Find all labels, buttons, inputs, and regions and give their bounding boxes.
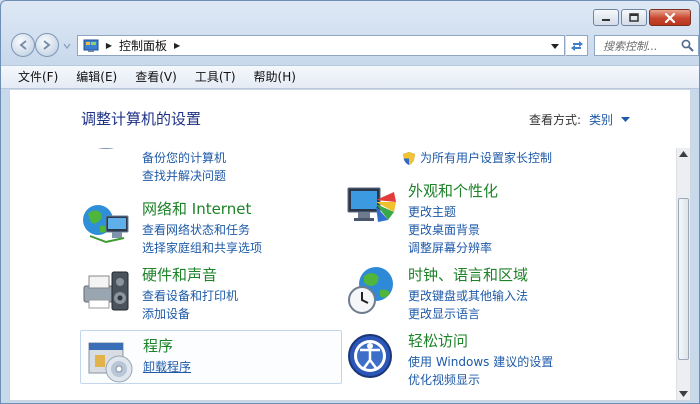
control-panel-window: ▶ 控制面板 ▶ 文件(F) 编辑(E) 查看(V) 工具(T) 帮助(H) 调…: [0, 0, 700, 404]
search-box[interactable]: [594, 35, 699, 56]
link-homegroup-sharing[interactable]: 选择家庭组和共享选项: [142, 239, 262, 257]
link-change-theme[interactable]: 更改主题: [408, 203, 492, 221]
arrow-left-icon: [19, 40, 27, 50]
close-button[interactable]: [649, 9, 691, 26]
printer-speaker-icon: [83, 271, 129, 311]
forward-button[interactable]: [35, 33, 59, 57]
maximize-icon: [629, 13, 639, 22]
programs-cd-icon: [88, 342, 133, 383]
recent-pages-dropdown-icon[interactable]: [62, 41, 72, 51]
category-user-accounts[interactable]: 为所有用户设置家长控制: [346, 148, 610, 180]
menu-file[interactable]: 文件(F): [9, 66, 67, 88]
content-pane: 调整计算机的设置 查看方式: 类别 备份您的计算机 查找并解决问题 网络和 In…: [9, 89, 691, 401]
menu-view[interactable]: 查看(V): [126, 66, 186, 88]
refresh-icon: [570, 40, 583, 51]
category-links: 备份您的计算机 查找并解决问题: [142, 149, 226, 185]
breadcrumb-control-panel[interactable]: 控制面板: [119, 37, 167, 54]
category-appearance[interactable]: 外观和个性化 更改主题 更改桌面背景 调整屏幕分辨率: [346, 180, 610, 255]
user-accounts-icon: [346, 148, 398, 178]
control-panel-icon: [83, 39, 99, 52]
search-icon[interactable]: [681, 39, 694, 52]
link-parental-controls[interactable]: 为所有用户设置家长控制: [402, 149, 552, 167]
link-display-language[interactable]: 更改显示语言: [408, 305, 528, 323]
category-links: 卸载程序: [143, 358, 191, 376]
chevron-down-icon[interactable]: [550, 41, 560, 51]
arrow-right-icon: [43, 40, 51, 50]
scroll-down-icon[interactable]: [679, 390, 688, 398]
chevron-down-icon[interactable]: [621, 116, 630, 123]
network-globe-icon: [83, 205, 129, 244]
menu-tools[interactable]: 工具(T): [186, 66, 245, 88]
category-links: 更改主题 更改桌面背景 调整屏幕分辨率: [408, 203, 492, 257]
close-icon: [664, 12, 676, 23]
link-network-status[interactable]: 查看网络状态和任务: [142, 221, 262, 239]
category-links: 使用 Windows 建议的设置 优化视频显示: [408, 353, 553, 389]
navigation-bar: ▶ 控制面板 ▶: [9, 33, 699, 59]
category-title[interactable]: 轻松访问: [408, 330, 468, 351]
scrollbar-thumb[interactable]: [678, 198, 689, 360]
link-devices-printers[interactable]: 查看设备和打印机: [142, 287, 238, 305]
category-links: 为所有用户设置家长控制: [402, 149, 552, 167]
link-optimize-video[interactable]: 优化视频显示: [408, 371, 553, 389]
category-programs[interactable]: 程序 卸载程序: [80, 330, 342, 384]
view-by-label: 查看方式:: [528, 113, 581, 127]
clock-globe-icon: [348, 267, 393, 314]
scroll-up-icon[interactable]: [679, 150, 688, 158]
page-title: 调整计算机的设置: [81, 110, 202, 128]
back-button[interactable]: [11, 33, 35, 57]
menu-edit[interactable]: 编辑(E): [67, 66, 126, 88]
view-by-selector: 查看方式: 类别: [529, 111, 630, 128]
window-controls: [593, 9, 691, 26]
link-backup-computer[interactable]: 备份您的计算机: [142, 149, 226, 167]
category-title[interactable]: 时钟、语言和区域: [408, 264, 528, 285]
link-recommended-settings[interactable]: 使用 Windows 建议的设置: [408, 353, 553, 371]
category-title[interactable]: 程序: [143, 335, 173, 356]
ease-of-access-icon: [348, 334, 392, 378]
link-desktop-background[interactable]: 更改桌面背景: [408, 221, 492, 239]
link-screen-resolution[interactable]: 调整屏幕分辨率: [408, 239, 492, 257]
minimize-icon: [602, 18, 610, 21]
minimize-button[interactable]: [593, 9, 619, 26]
link-uninstall-program[interactable]: 卸载程序: [143, 358, 191, 376]
category-links: 更改键盘或其他输入法 更改显示语言: [408, 287, 528, 323]
category-title[interactable]: 外观和个性化: [408, 180, 498, 201]
category-title[interactable]: 硬件和声音: [142, 264, 217, 285]
category-links: 查看设备和打印机 添加设备: [142, 287, 238, 323]
category-links: 查看网络状态和任务 选择家庭组和共享选项: [142, 221, 262, 257]
search-input[interactable]: [601, 37, 685, 56]
view-by-value[interactable]: 类别: [589, 111, 613, 128]
system-security-icon: [97, 148, 115, 149]
link-add-device[interactable]: 添加设备: [142, 305, 238, 323]
category-ease-of-access[interactable]: 轻松访问 使用 Windows 建议的设置 优化视频显示: [346, 330, 610, 387]
chevron-right-icon[interactable]: ▶: [171, 41, 183, 50]
category-hardware-sound[interactable]: 硬件和声音 查看设备和打印机 添加设备: [80, 264, 344, 321]
category-network-internet[interactable]: 网络和 Internet 查看网络状态和任务 选择家庭组和共享选项: [80, 198, 344, 255]
link-troubleshoot[interactable]: 查找并解决问题: [142, 167, 226, 185]
menu-bar: 文件(F) 编辑(E) 查看(V) 工具(T) 帮助(H): [1, 65, 699, 89]
menu-help[interactable]: 帮助(H): [245, 66, 305, 88]
uac-shield-icon: [403, 152, 415, 165]
refresh-button[interactable]: [566, 35, 588, 56]
category-title[interactable]: 网络和 Internet: [142, 198, 251, 219]
chevron-right-icon[interactable]: ▶: [103, 41, 115, 50]
category-clock-language-region[interactable]: 时钟、语言和区域 更改键盘或其他输入法 更改显示语言: [346, 264, 610, 321]
link-keyboard-input[interactable]: 更改键盘或其他输入法: [408, 287, 528, 305]
category-list: 备份您的计算机 查找并解决问题 网络和 Internet 查看网络状态和任务 选…: [10, 148, 676, 400]
maximize-button[interactable]: [621, 9, 647, 26]
vertical-scrollbar[interactable]: [676, 148, 690, 400]
link-text[interactable]: 为所有用户设置家长控制: [420, 151, 552, 165]
address-bar[interactable]: ▶ 控制面板 ▶: [77, 35, 565, 56]
category-system-security[interactable]: 备份您的计算机 查找并解决问题: [80, 148, 344, 183]
appearance-monitor-icon: [347, 187, 396, 222]
